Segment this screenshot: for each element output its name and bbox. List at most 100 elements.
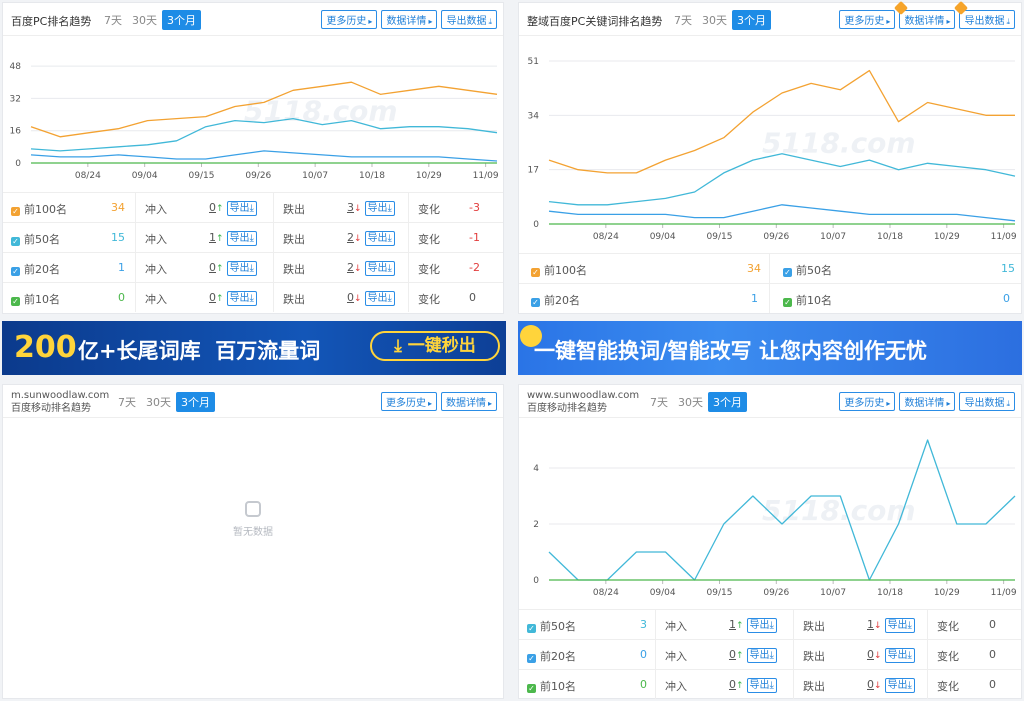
tab-30d[interactable]: 30天 [697,10,732,30]
arrow-down-icon: ↓ [354,234,362,244]
x-tick-label: 10/29 [934,232,960,242]
arrow-up-icon: ↑ [216,234,224,244]
tab-3m[interactable]: 3个月 [732,10,771,30]
more-history-button[interactable]: 更多历史 ▸ [839,392,896,411]
stat-label: 前20名 [544,294,580,307]
drop-out-count: 3 [347,201,354,214]
divider [927,640,928,669]
divider [408,223,409,252]
x-tick-label: 09/15 [707,232,733,242]
data-detail-button[interactable]: 数据详情 ▸ [440,392,497,411]
x-tick-label: 10/18 [877,232,903,242]
banner-keyword-library[interactable]: 200 亿+长尾词库 百万流量词 ⤓ 一键秒出 [2,321,506,375]
stat-label: 前10名 [796,294,832,307]
export-label: 导出 [887,650,908,661]
drop-out-value: 2↓ 导出⤓ [347,231,395,246]
checkbox-icon[interactable]: ✓ [527,684,536,693]
divider [3,417,503,418]
change-value: 0 [989,678,996,691]
x-tick-label: 10/29 [416,171,442,181]
checkbox-icon[interactable]: ✓ [11,267,20,276]
tab-7d[interactable]: 7天 [669,10,697,30]
tab-7d[interactable]: 7天 [99,10,127,30]
checkbox-icon[interactable]: ✓ [527,654,536,663]
export-button[interactable]: 导出⤓ [364,261,395,276]
checkbox-icon[interactable]: ✓ [11,237,20,246]
drop-out-label: 跌出 [283,263,305,276]
checkbox-icon[interactable]: ✓ [531,268,540,277]
checkbox-icon[interactable]: ✓ [527,624,536,633]
tab-7d[interactable]: 7天 [113,392,141,412]
data-detail-button[interactable]: 数据详情 ▸ [899,392,956,411]
data-detail-button[interactable]: 数据详情 ▸ [381,10,438,29]
export-label: 导出 [229,203,250,214]
export-button[interactable]: 导出⤓ [226,201,257,216]
data-detail-label: 数据详情 [904,16,945,27]
checkbox-icon[interactable]: ✓ [783,298,792,307]
rush-in-label: 冲入 [145,233,167,246]
change-label: 变化 [418,233,440,246]
tab-3m[interactable]: 3个月 [708,392,747,412]
more-history-button[interactable]: 更多历史 ▸ [839,10,896,29]
export-data-button[interactable]: 导出数据 ⤓ [959,392,1015,411]
checkbox-icon[interactable]: ✓ [531,298,540,307]
banner-ai-rewrite[interactable]: 一键智能换词/智能改写 让您内容创作无忧 [518,321,1022,375]
checkbox-icon[interactable]: ✓ [11,297,20,306]
rank-label-text: 前100名 [24,203,67,216]
divider [769,254,770,283]
export-data-button[interactable]: 导出数据 ⤓ [441,10,497,29]
rank-label: ✓ 前10名 [527,678,576,694]
tab-3m[interactable]: 3个月 [176,392,215,412]
y-tick-label: 4 [533,464,539,474]
data-detail-label: 数据详情 [904,398,945,409]
more-history-button[interactable]: 更多历史 ▸ [321,10,378,29]
arrow-down-icon: ↓ [874,621,882,631]
more-history-button[interactable]: 更多历史 ▸ [380,392,437,411]
tab-30d[interactable]: 30天 [141,392,176,412]
y-tick-label: 32 [10,94,21,104]
export-button[interactable]: 导出⤓ [884,678,915,693]
range-tabs: 7天 30天 3个月 [645,392,747,412]
x-tick-label: 09/26 [245,171,271,181]
data-detail-button[interactable]: 数据详情 ▸ [894,0,956,29]
export-button[interactable]: 导出⤓ [746,648,777,663]
x-tick-label: 08/24 [75,171,101,181]
tab-30d[interactable]: 30天 [673,392,708,412]
export-button[interactable]: 导出⤓ [746,618,777,633]
x-tick-label: 08/24 [593,588,619,598]
export-button[interactable]: 导出⤓ [364,201,395,216]
export-button[interactable]: 导出⤓ [364,291,395,306]
rush-in-count: 0 [729,648,736,661]
tab-30d[interactable]: 30天 [127,10,162,30]
caret-right-icon: ▸ [946,399,951,408]
export-button[interactable]: 导出⤓ [746,678,777,693]
rush-in-value: 0↑ 导出⤓ [209,261,257,276]
tab-3m[interactable]: 3个月 [162,10,201,30]
checkbox-icon[interactable]: ✓ [11,207,20,216]
stats-row: ✓ 前10名 0 冲入 0↑ 导出⤓ 跌出 0↓ 导出⤓ 变化 0 [3,282,503,312]
export-button[interactable]: 导出⤓ [226,231,257,246]
y-tick-label: 48 [10,62,22,72]
banner-cta-button[interactable]: ⤓ 一键秒出 [370,331,500,361]
drop-out-value: 0↓ 导出⤓ [347,291,395,306]
export-button[interactable]: 导出⤓ [226,291,257,306]
rush-in-count: 0 [729,678,736,691]
checkbox-icon[interactable]: ✓ [783,268,792,277]
tab-7d[interactable]: 7天 [645,392,673,412]
divider [408,283,409,312]
export-button[interactable]: 导出⤓ [226,261,257,276]
divider [273,253,274,282]
download-icon: ⤓ [907,680,912,691]
export-button[interactable]: 导出⤓ [884,648,915,663]
caret-right-icon: ▸ [427,399,432,408]
export-button[interactable]: 导出⤓ [364,231,395,246]
export-data-button[interactable]: 导出数据 ⤓ [954,0,1015,29]
rush-in-label: 冲入 [665,650,687,663]
change-label: 变化 [418,203,440,216]
rank-label-text: 前50名 [540,620,576,633]
header-buttons: 更多历史 ▸ 数据详情 ▸ 导出数据 ⤓ [839,0,1015,29]
export-button[interactable]: 导出⤓ [884,618,915,633]
divider [408,253,409,282]
stat-top10: ✓ 前10名 [783,292,832,308]
panel-title: m.sunwoodlaw.com 百度移动排名趋势 [11,389,109,415]
